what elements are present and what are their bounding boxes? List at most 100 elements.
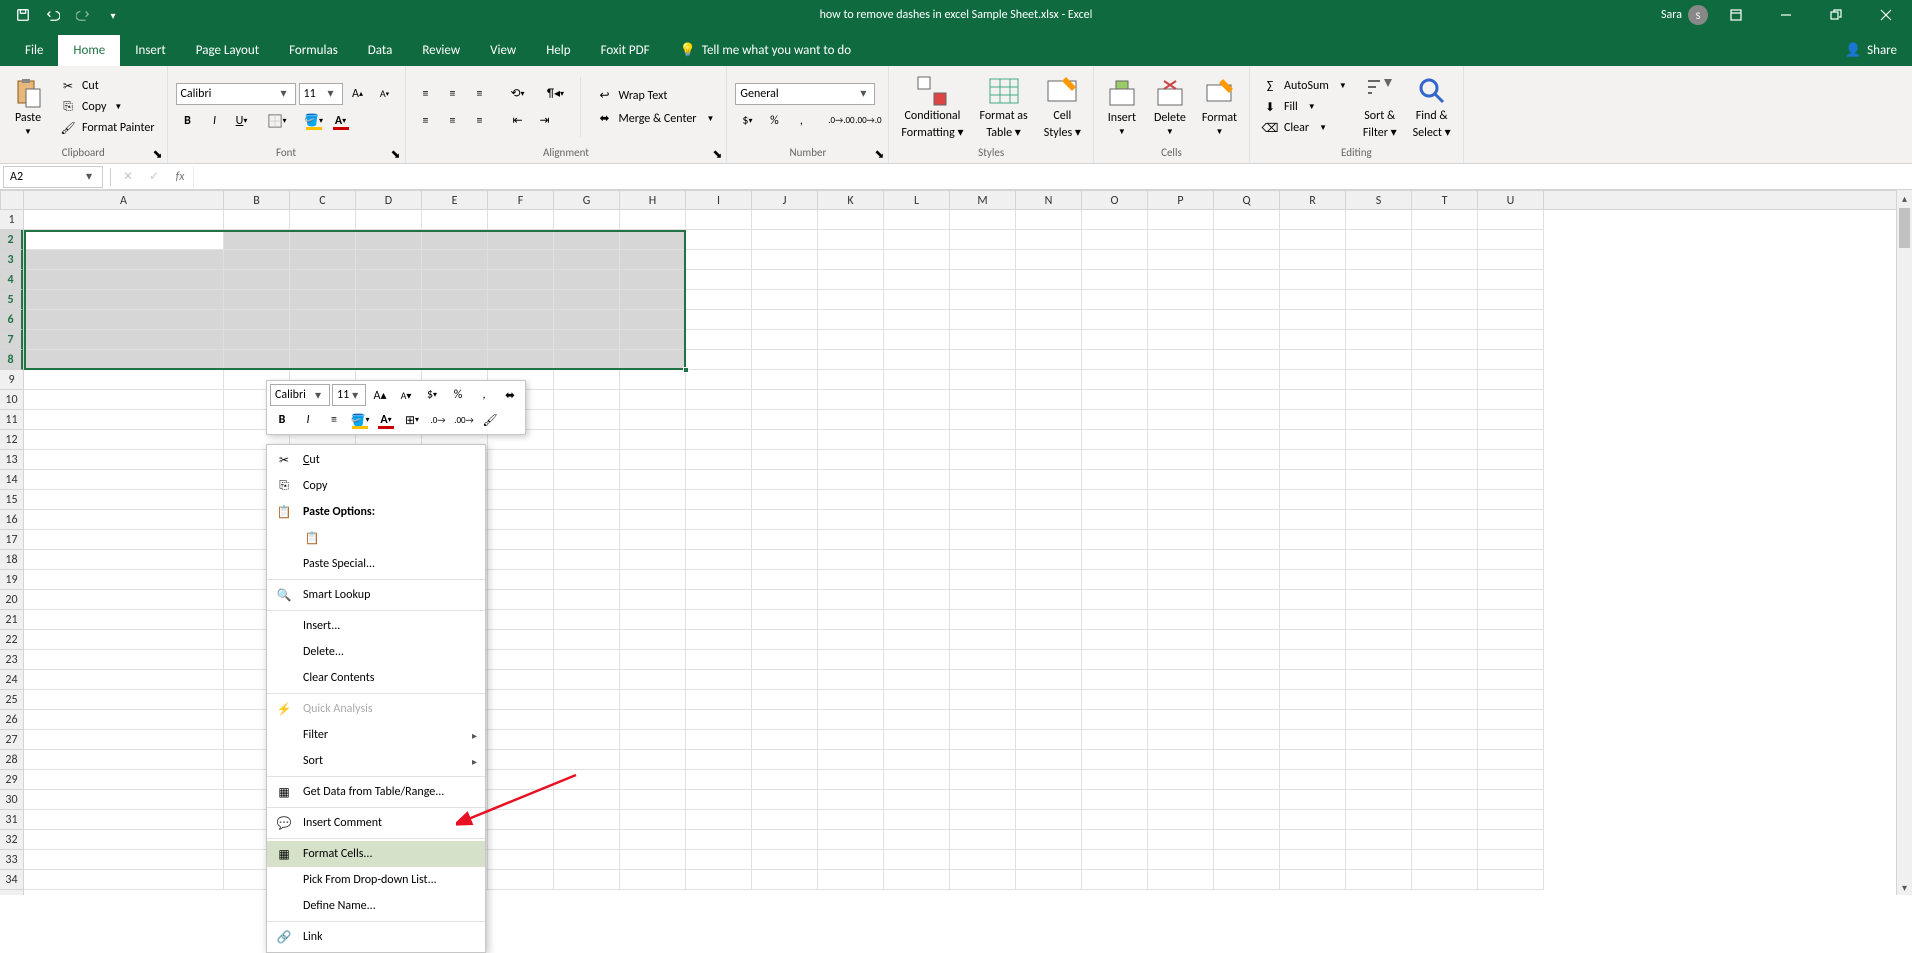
cell-J9[interactable] — [752, 370, 818, 390]
orientation-button[interactable]: ⟲▾ — [506, 83, 530, 105]
cell-H7[interactable] — [620, 330, 686, 350]
column-header-B[interactable]: B — [224, 191, 290, 209]
font-size-combo[interactable]: 11▾ — [299, 83, 343, 105]
tab-review[interactable]: Review — [407, 35, 475, 66]
cell-D2[interactable] — [356, 230, 422, 250]
cell-T4[interactable] — [1412, 270, 1478, 290]
mini-increase-decimal-button[interactable]: .0→ — [426, 409, 450, 431]
cell-R3[interactable] — [1280, 250, 1346, 270]
number-dialog-launcher[interactable]: ⬊ — [872, 147, 886, 161]
cell-T30[interactable] — [1412, 790, 1478, 810]
cell-S17[interactable] — [1346, 530, 1412, 550]
cell-T13[interactable] — [1412, 450, 1478, 470]
cell-N20[interactable] — [1016, 590, 1082, 610]
cell-O26[interactable] — [1082, 710, 1148, 730]
cell-F32[interactable] — [488, 830, 554, 850]
cell-H11[interactable] — [620, 410, 686, 430]
cell-Q1[interactable] — [1214, 210, 1280, 230]
insert-cells-button[interactable]: Insert▼ — [1100, 75, 1144, 139]
cell-K31[interactable] — [818, 810, 884, 830]
cell-U13[interactable] — [1478, 450, 1544, 470]
row-header-4[interactable]: 4 — [0, 270, 23, 290]
cell-H2[interactable] — [620, 230, 686, 250]
cell-I16[interactable] — [686, 510, 752, 530]
cell-I29[interactable] — [686, 770, 752, 790]
cell-L16[interactable] — [884, 510, 950, 530]
row-header-6[interactable]: 6 — [0, 310, 23, 330]
cell-G30[interactable] — [554, 790, 620, 810]
cell-O24[interactable] — [1082, 670, 1148, 690]
mini-borders-button[interactable]: ⊞▾ — [400, 409, 424, 431]
cell-J4[interactable] — [752, 270, 818, 290]
cell-N5[interactable] — [1016, 290, 1082, 310]
cell-S2[interactable] — [1346, 230, 1412, 250]
cell-M27[interactable] — [950, 730, 1016, 750]
cell-F4[interactable] — [488, 270, 554, 290]
cell-S27[interactable] — [1346, 730, 1412, 750]
cell-R21[interactable] — [1280, 610, 1346, 630]
cell-G21[interactable] — [554, 610, 620, 630]
column-header-G[interactable]: G — [554, 191, 620, 209]
cell-K2[interactable] — [818, 230, 884, 250]
cell-M12[interactable] — [950, 430, 1016, 450]
cell-L3[interactable] — [884, 250, 950, 270]
cell-N21[interactable] — [1016, 610, 1082, 630]
cell-M16[interactable] — [950, 510, 1016, 530]
cell-S12[interactable] — [1346, 430, 1412, 450]
row-header-31[interactable]: 31 — [0, 810, 23, 830]
cell-N23[interactable] — [1016, 650, 1082, 670]
cell-I25[interactable] — [686, 690, 752, 710]
cell-P3[interactable] — [1148, 250, 1214, 270]
row-header-15[interactable]: 15 — [0, 490, 23, 510]
cell-K32[interactable] — [818, 830, 884, 850]
row-header-18[interactable]: 18 — [0, 550, 23, 570]
delete-cells-button[interactable]: Delete▼ — [1148, 75, 1192, 139]
cell-H25[interactable] — [620, 690, 686, 710]
row-header-16[interactable]: 16 — [0, 510, 23, 530]
cell-N32[interactable] — [1016, 830, 1082, 850]
cell-Q34[interactable] — [1214, 870, 1280, 890]
cell-A29[interactable] — [24, 770, 224, 790]
cell-S26[interactable] — [1346, 710, 1412, 730]
cell-P30[interactable] — [1148, 790, 1214, 810]
cell-Q11[interactable] — [1214, 410, 1280, 430]
autosum-button[interactable]: ∑AutoSum▼ — [1258, 77, 1351, 95]
cell-K3[interactable] — [818, 250, 884, 270]
cell-P31[interactable] — [1148, 810, 1214, 830]
mini-fill-color-button[interactable]: 🪣▾ — [348, 409, 372, 431]
cell-O4[interactable] — [1082, 270, 1148, 290]
cell-U5[interactable] — [1478, 290, 1544, 310]
cell-N11[interactable] — [1016, 410, 1082, 430]
cell-Q17[interactable] — [1214, 530, 1280, 550]
cell-G15[interactable] — [554, 490, 620, 510]
cell-P6[interactable] — [1148, 310, 1214, 330]
cell-I4[interactable] — [686, 270, 752, 290]
cell-N16[interactable] — [1016, 510, 1082, 530]
cell-H33[interactable] — [620, 850, 686, 870]
cell-R9[interactable] — [1280, 370, 1346, 390]
cell-N3[interactable] — [1016, 250, 1082, 270]
cell-K10[interactable] — [818, 390, 884, 410]
cell-R1[interactable] — [1280, 210, 1346, 230]
cell-O33[interactable] — [1082, 850, 1148, 870]
cell-L2[interactable] — [884, 230, 950, 250]
context-copy[interactable]: ⎘Copy — [267, 473, 485, 499]
cell-U22[interactable] — [1478, 630, 1544, 650]
cell-Q30[interactable] — [1214, 790, 1280, 810]
cell-H19[interactable] — [620, 570, 686, 590]
cell-P5[interactable] — [1148, 290, 1214, 310]
vertical-scrollbar[interactable]: ▴ ▾ — [1896, 190, 1912, 895]
percent-format-button[interactable]: % — [762, 110, 786, 132]
cell-R28[interactable] — [1280, 750, 1346, 770]
cell-G8[interactable] — [554, 350, 620, 370]
cell-L14[interactable] — [884, 470, 950, 490]
cell-F5[interactable] — [488, 290, 554, 310]
column-header-H[interactable]: H — [620, 191, 686, 209]
row-header-26[interactable]: 26 — [0, 710, 23, 730]
cell-S29[interactable] — [1346, 770, 1412, 790]
cell-S30[interactable] — [1346, 790, 1412, 810]
cell-H4[interactable] — [620, 270, 686, 290]
cell-F15[interactable] — [488, 490, 554, 510]
cell-P29[interactable] — [1148, 770, 1214, 790]
mini-align-button[interactable]: ≡ — [322, 409, 346, 431]
